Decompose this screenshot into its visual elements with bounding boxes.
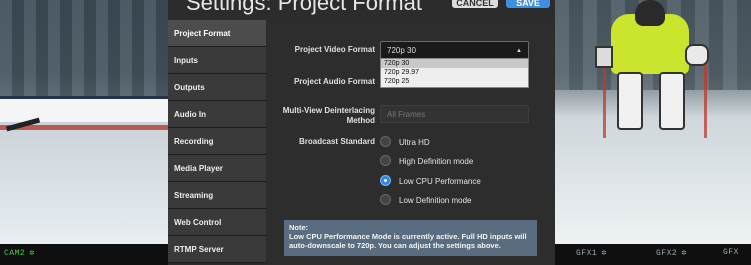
sidebar-item-recording[interactable]: Recording [168,128,266,155]
panel-title: Settings: Project Format [186,0,422,15]
deinterlace-label-line2: Method [346,116,375,125]
settings-panel: Settings: Project Format CANCEL SAVE Pro… [168,0,555,265]
video-format-option[interactable]: 720p 25 [381,77,528,86]
audio-format-label: Project Audio Format [293,77,375,86]
video-format-label: Project Video Format [294,45,375,54]
save-button[interactable]: SAVE [506,0,550,8]
note-line1: Low CPU Performance Mode is currently ac… [289,232,527,241]
sidebar-item-inputs[interactable]: Inputs [168,47,266,74]
sidebar-item-web-control[interactable]: Web Control [168,209,266,236]
gear-icon[interactable]: ✲ [29,248,35,258]
radio-button[interactable] [380,194,391,206]
deinterlace-label-line1: Multi-View Deinterlacing [282,106,375,115]
radio-label: Ultra HD [399,138,430,147]
radio-button[interactable] [380,136,391,148]
radio-ultra-hd[interactable]: Ultra HD [380,136,430,150]
sidebar-item-rtmp-server[interactable]: RTMP Server [168,236,266,263]
broadcast-standard-label: Broadcast Standard [298,137,375,146]
note-title: Note: [289,223,309,232]
radio-button-selected[interactable] [380,175,391,187]
radio-low-cpu[interactable]: Low CPU Performance [380,175,481,189]
radio-label: Low Definition mode [399,196,472,205]
cancel-button[interactable]: CANCEL [452,0,498,8]
cam2-label[interactable]: CAM2 ✲ [4,248,35,258]
radio-label: Low CPU Performance [399,177,481,186]
gfx3-label[interactable]: GFX [723,248,739,257]
gear-icon[interactable]: ✲ [601,248,607,258]
settings-content: Project Video Format 720p 30 ▲ 720p 30 7… [266,20,555,265]
deinterlace-select[interactable]: All Frames [380,105,529,123]
video-feed-right [555,0,751,244]
note-line2: auto-downscale to 720p. You can adjust t… [289,241,501,250]
gfx1-name: GFX1 [576,249,598,258]
sidebar-item-audio-in[interactable]: Audio In [168,101,266,128]
sidebar-item-project-format[interactable]: Project Format [168,20,266,47]
cam2-name: CAM2 [4,249,26,258]
deinterlace-label: Multi-View Deinterlacing Method [283,106,375,126]
panel-header: Settings: Project Format CANCEL SAVE [168,0,555,18]
video-format-dropdown: 720p 30 720p 29.97 720p 25 [380,58,529,88]
video-format-select[interactable]: 720p 30 ▲ [380,41,529,59]
settings-sidebar: Project Format Inputs Outputs Audio In R… [168,20,266,265]
gfx3-name: GFX [723,248,739,257]
radio-low-definition[interactable]: Low Definition mode [380,194,471,208]
goalie-pad-right [659,72,685,130]
goalie-pad-left [617,72,643,130]
video-format-value: 720p 30 [387,46,416,55]
video-feed-left [0,0,168,244]
sidebar-item-outputs[interactable]: Outputs [168,74,266,101]
video-format-option[interactable]: 720p 29.97 [381,68,528,77]
rink-board [0,96,168,122]
goalie-blocker [595,46,613,68]
radio-high-definition[interactable]: High Definition mode [380,155,473,169]
arena-seats [0,0,168,96]
sidebar-item-streaming[interactable]: Streaming [168,182,266,209]
goalie-glove [685,44,709,66]
goalie-helmet [635,0,665,26]
gfx2-name: GFX2 [656,249,678,258]
info-note: Note: Low CPU Performance Mode is curren… [284,220,537,256]
radio-label: High Definition mode [399,157,474,166]
gfx1-label[interactable]: GFX1 ✲ [576,248,607,258]
gear-icon[interactable]: ✲ [681,248,687,258]
sidebar-item-media-player[interactable]: Media Player [168,155,266,182]
gfx2-label[interactable]: GFX2 ✲ [656,248,687,258]
video-format-option[interactable]: 720p 30 [381,59,528,68]
radio-button[interactable] [380,155,391,167]
